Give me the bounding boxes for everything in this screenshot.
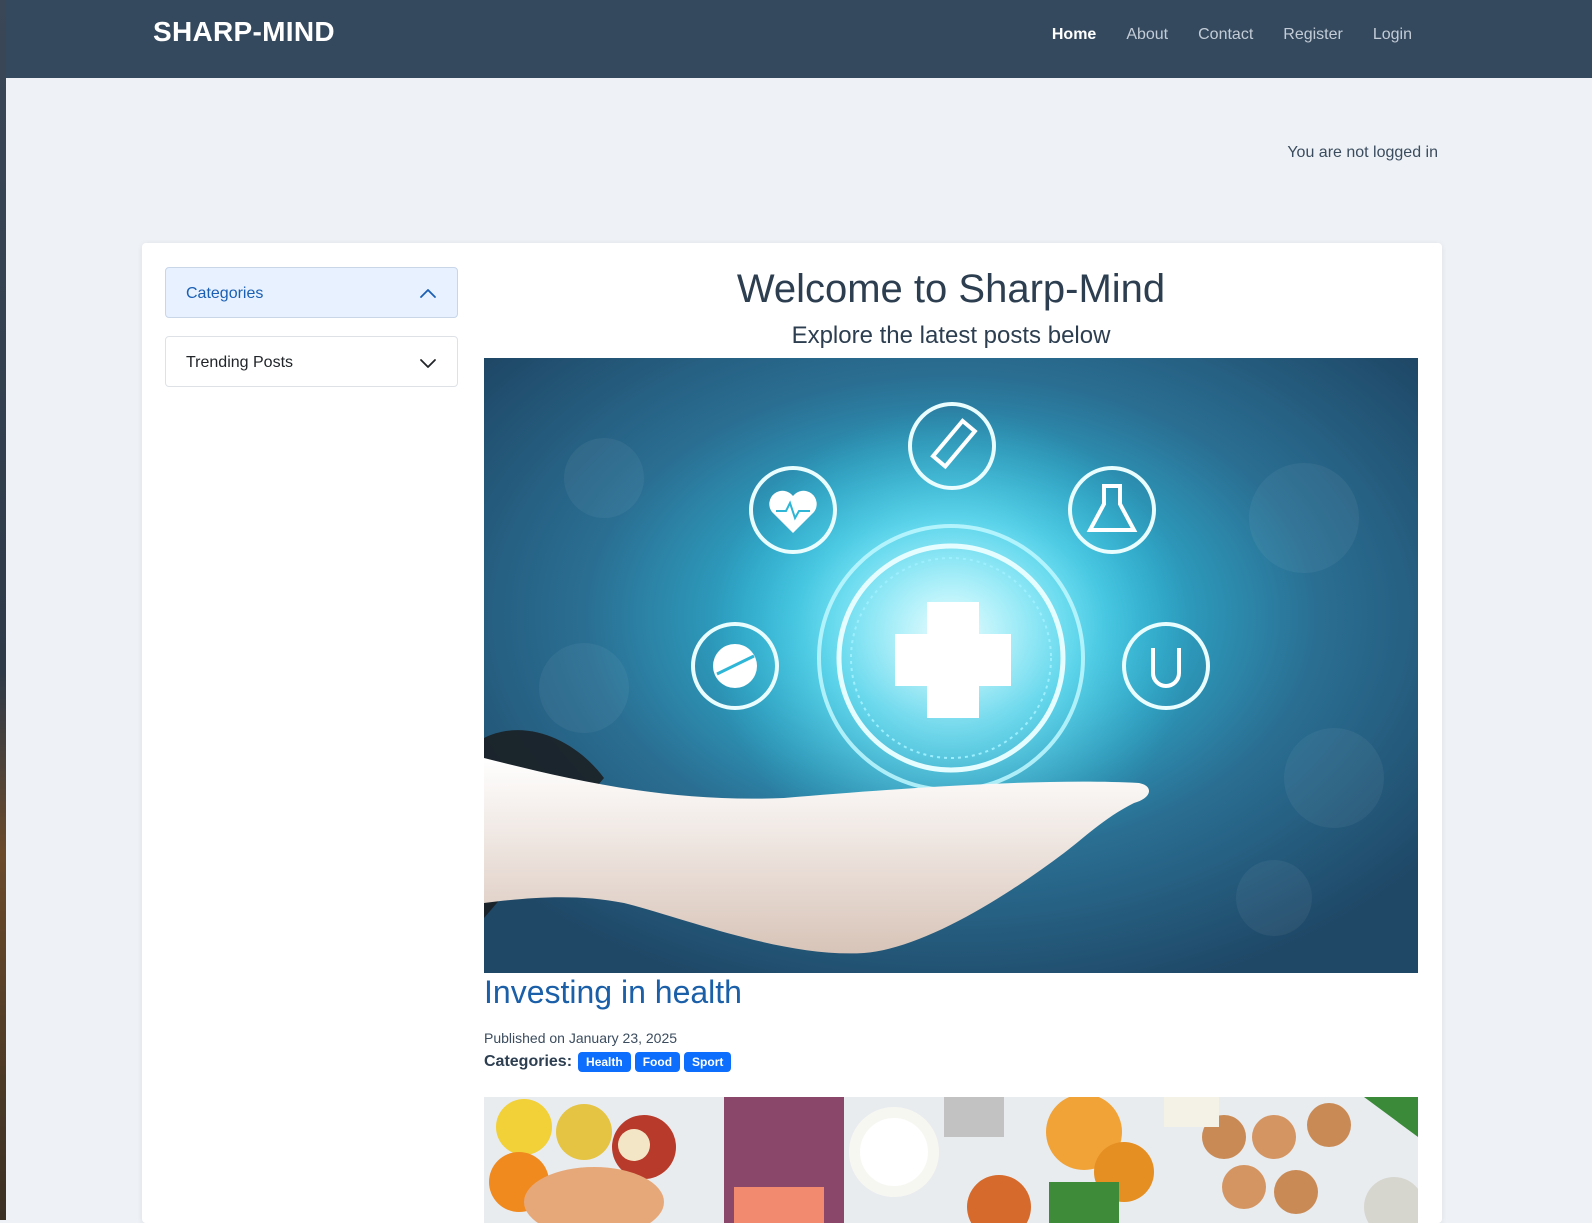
post-categories-label: Categories: (484, 1053, 573, 1070)
nav-home-link[interactable]: Home (1037, 25, 1111, 45)
post-categories: Categories: Health Food Sport (484, 1052, 732, 1072)
category-badge-health[interactable]: Health (578, 1052, 631, 1072)
trending-posts-accordion-header[interactable]: Trending Posts (165, 336, 458, 387)
chevron-down-icon (420, 359, 436, 368)
page-subtitle: Explore the latest posts below (791, 322, 1111, 349)
content-card: Categories Trending Posts Welcome to Sha… (142, 243, 1442, 1223)
nav-login-link[interactable]: Login (1358, 25, 1427, 45)
page-margin (1567, 78, 1592, 1220)
chevron-up-icon (420, 289, 436, 298)
nav-links: Home About Contact Register Login (1037, 25, 1427, 45)
categories-accordion-header[interactable]: Categories (165, 267, 458, 318)
post-hero-image[interactable] (484, 358, 1418, 973)
login-status-text: You are not logged in (1287, 144, 1438, 161)
site-brand[interactable]: SHARP-MIND (153, 16, 335, 48)
post-title-link[interactable]: Investing in health (484, 973, 742, 1011)
nav-about-link[interactable]: About (1111, 25, 1183, 45)
category-badge-sport[interactable]: Sport (684, 1052, 732, 1072)
categories-accordion-label: Categories (186, 285, 264, 302)
post-published-date: Published on January 23, 2025 (484, 1030, 678, 1046)
category-badge-food[interactable]: Food (634, 1052, 681, 1072)
nav-register-link[interactable]: Register (1268, 25, 1358, 45)
nav-contact-link[interactable]: Contact (1183, 25, 1268, 45)
window-edge (0, 0, 6, 1220)
navbar: SHARP-MIND Home About Contact Register L… (6, 0, 1592, 78)
trending-posts-accordion-label: Trending Posts (186, 354, 294, 371)
page-title: Welcome to Sharp-Mind (736, 267, 1166, 311)
next-post-image[interactable] (484, 1097, 1418, 1223)
